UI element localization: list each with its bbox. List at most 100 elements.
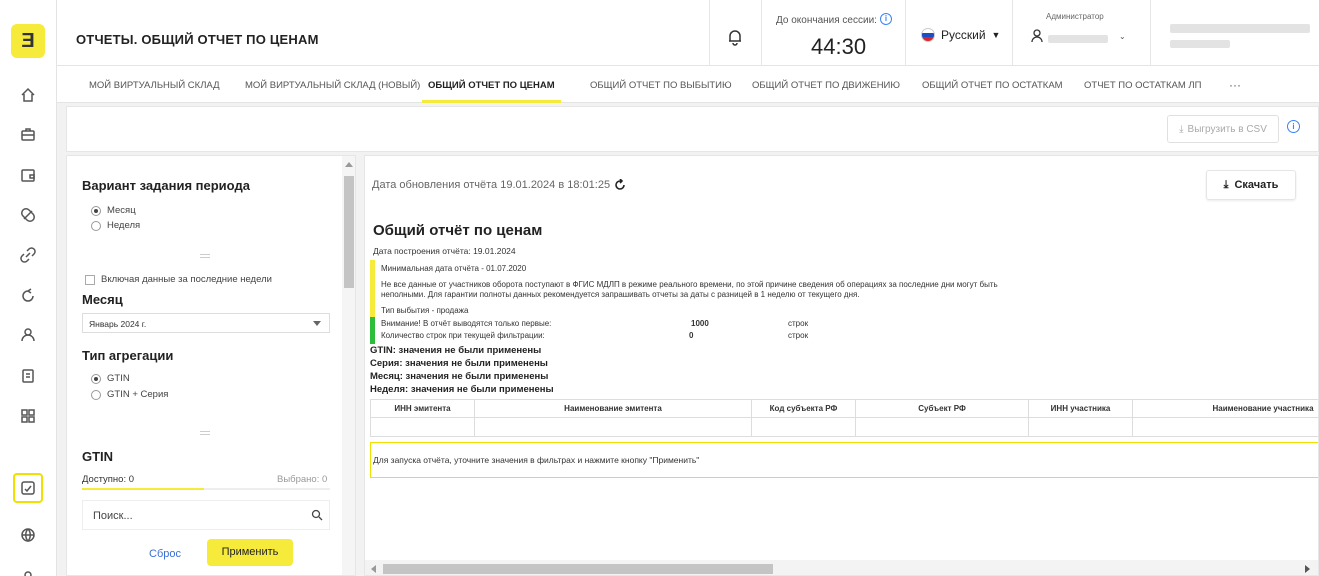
month-select[interactable]: Январь 2024 г. — [82, 313, 330, 333]
filter-scrollbar[interactable] — [342, 156, 355, 575]
reports-icon[interactable] — [13, 473, 43, 503]
drag-handle[interactable] — [200, 254, 210, 258]
selected-count: Выбрано: 0 — [277, 474, 328, 485]
apply-button[interactable]: Применить — [207, 539, 293, 566]
grid-icon[interactable] — [13, 401, 43, 431]
document-icon[interactable] — [13, 361, 43, 391]
applied-filter-week: Неделя: значения не были применены — [370, 384, 554, 395]
app-logo[interactable]: Ǝ — [11, 24, 45, 58]
period-title: Вариант задания периода — [82, 178, 250, 193]
tab-virtual-warehouse[interactable]: МОЙ ВИРТУАЛЬНЫЙ СКЛАД — [89, 66, 220, 103]
pills-icon[interactable] — [13, 200, 43, 230]
report-panel: Дата обновления отчёта 19.01.2024 в 18:0… — [364, 155, 1319, 576]
month-select-value: Январь 2024 г. — [89, 319, 147, 329]
app-root: Ǝ ОТЧЕТЫ. ОБЩИЙ ОТЧЕТ ПО ЦЕНАМ До оконча… — [0, 0, 1319, 576]
applied-filter-series: Серия: значения не были применены — [370, 358, 548, 369]
download-button[interactable]: ⤓ Скачать — [1206, 170, 1296, 200]
radio-label: GTIN — [107, 373, 130, 384]
tab-price-report[interactable]: ОБЩИЙ ОТЧЕТ ПО ЦЕНАМ — [422, 66, 561, 103]
month-title: Месяц — [82, 292, 123, 307]
settings-icon[interactable] — [13, 560, 43, 576]
radio-month[interactable]: Месяц — [91, 205, 136, 216]
column-header[interactable]: Наименование эмитента — [475, 400, 752, 417]
info-icon[interactable]: i — [880, 13, 892, 25]
tab-disposal-report[interactable]: ОБЩИЙ ОТЧЕТ ПО ВЫБЫТИЮ — [590, 66, 732, 103]
export-csv-button[interactable]: ⤓ Выгрузить в CSV — [1167, 115, 1279, 143]
header-divider — [905, 0, 906, 66]
scroll-left-icon[interactable] — [371, 565, 376, 573]
tabs-more-button[interactable]: ··· — [1229, 66, 1241, 103]
refresh-icon[interactable] — [614, 179, 626, 191]
limit-label: Внимание! В отчёт выводятся только первы… — [381, 319, 552, 328]
column-header[interactable]: ИНН участника — [1029, 400, 1133, 417]
chevron-down-icon: ▼ — [991, 30, 1001, 40]
chevron-down-icon: ⌄ — [1119, 32, 1126, 41]
scrollbar-thumb[interactable] — [344, 176, 354, 288]
count-unit: строк — [788, 331, 809, 340]
bell-icon[interactable] — [727, 28, 743, 46]
include-weeks-checkbox[interactable]: Включая данные за последние недели — [85, 274, 272, 285]
header-divider — [761, 0, 762, 66]
tab-movement-report[interactable]: ОБЩИЙ ОТЧЕТ ПО ДВИЖЕНИЮ — [752, 66, 900, 103]
exit-type-text: Тип выбытия - продажа — [381, 306, 469, 315]
russia-flag-icon — [921, 28, 935, 42]
report-scrollbar[interactable] — [365, 560, 1318, 575]
column-header[interactable]: Субъект РФ — [856, 400, 1029, 417]
info-marker-yellow — [370, 260, 375, 317]
drag-handle[interactable] — [200, 431, 210, 435]
info-icon[interactable]: i — [1287, 120, 1300, 133]
table-header: ИНН эмитента Наименование эмитента Код с… — [370, 399, 1318, 418]
radio-gtin[interactable]: GTIN — [91, 373, 130, 384]
table-cell[interactable] — [856, 418, 1029, 436]
selection-progress — [82, 488, 330, 490]
home-icon[interactable] — [13, 80, 43, 110]
table-cell[interactable] — [752, 418, 856, 436]
applied-filter-gtin: GTIN: значения не были применены — [370, 345, 542, 356]
page-title: ОТЧЕТЫ. ОБЩИЙ ОТЧЕТ ПО ЦЕНАМ — [76, 32, 319, 47]
tab-stock-report[interactable]: ОБЩИЙ ОТЧЕТ ПО ОСТАТКАМ — [922, 66, 1063, 103]
gtin-title: GTIN — [82, 449, 114, 464]
table-cell[interactable] — [1029, 418, 1133, 436]
globe-icon[interactable] — [13, 520, 43, 550]
radio-dot — [91, 205, 101, 216]
report-build-date: Дата построения отчёта: 19.01.2024 — [373, 246, 516, 256]
min-date-text: Минимальная дата отчёта - 01.07.2020 — [381, 264, 527, 273]
empty-state-notice: Для запуска отчёта, уточните значения в … — [370, 442, 1318, 478]
radio-label: GTIN + Серия — [107, 389, 169, 400]
refresh-icon[interactable] — [13, 281, 43, 311]
available-count: Доступно: 0 — [82, 474, 135, 485]
reset-button[interactable]: Сброс — [149, 548, 181, 560]
briefcase-icon[interactable] — [13, 119, 43, 149]
tab-stock-lp-report[interactable]: ОТЧЕТ ПО ОСТАТКАМ ЛП — [1084, 66, 1201, 103]
column-header[interactable]: Код субъекта РФ — [752, 400, 856, 417]
filter-panel: Вариант задания периода Месяц Неделя Вкл… — [66, 155, 356, 576]
export-csv-label: Выгрузить в CSV — [1187, 123, 1267, 135]
search-placeholder: Поиск... — [93, 510, 133, 522]
scroll-right-icon[interactable] — [1305, 565, 1310, 573]
column-header[interactable]: ИНН эмитента — [371, 400, 475, 417]
redacted-user-name — [1048, 35, 1108, 43]
user-role: Администратор — [1046, 12, 1104, 21]
scrollbar-thumb[interactable] — [383, 564, 773, 574]
radio-gtin-series[interactable]: GTIN + Серия — [91, 389, 168, 400]
side-nav: Ǝ — [0, 0, 57, 576]
radio-dot — [91, 389, 101, 400]
link-icon[interactable] — [13, 240, 43, 270]
user-icon[interactable] — [13, 320, 43, 350]
warning-text-1: Не все данные от участников оборота пост… — [381, 280, 998, 289]
column-header[interactable]: Наименование участника — [1133, 400, 1318, 417]
session-label: До окончания сессии: — [776, 15, 877, 26]
update-info: Дата обновления отчёта 19.01.2024 в 18:0… — [372, 179, 626, 191]
scroll-up-icon[interactable] — [345, 162, 353, 167]
language-select[interactable]: Русский ▼ — [921, 28, 1000, 42]
report-title: Общий отчёт по ценам — [373, 222, 543, 239]
table-cell[interactable] — [371, 418, 475, 436]
gtin-search-input[interactable]: Поиск... — [82, 500, 330, 530]
user-icon — [1031, 29, 1043, 43]
radio-week[interactable]: Неделя — [91, 220, 140, 231]
wallet-icon[interactable] — [13, 160, 43, 190]
table-cell[interactable] — [475, 418, 752, 436]
selection-progress-fill — [82, 488, 204, 490]
tab-virtual-warehouse-new[interactable]: МОЙ ВИРТУАЛЬНЫЙ СКЛАД (НОВЫЙ) — [245, 66, 420, 103]
applied-filter-month: Месяц: значения не были применены — [370, 371, 549, 382]
